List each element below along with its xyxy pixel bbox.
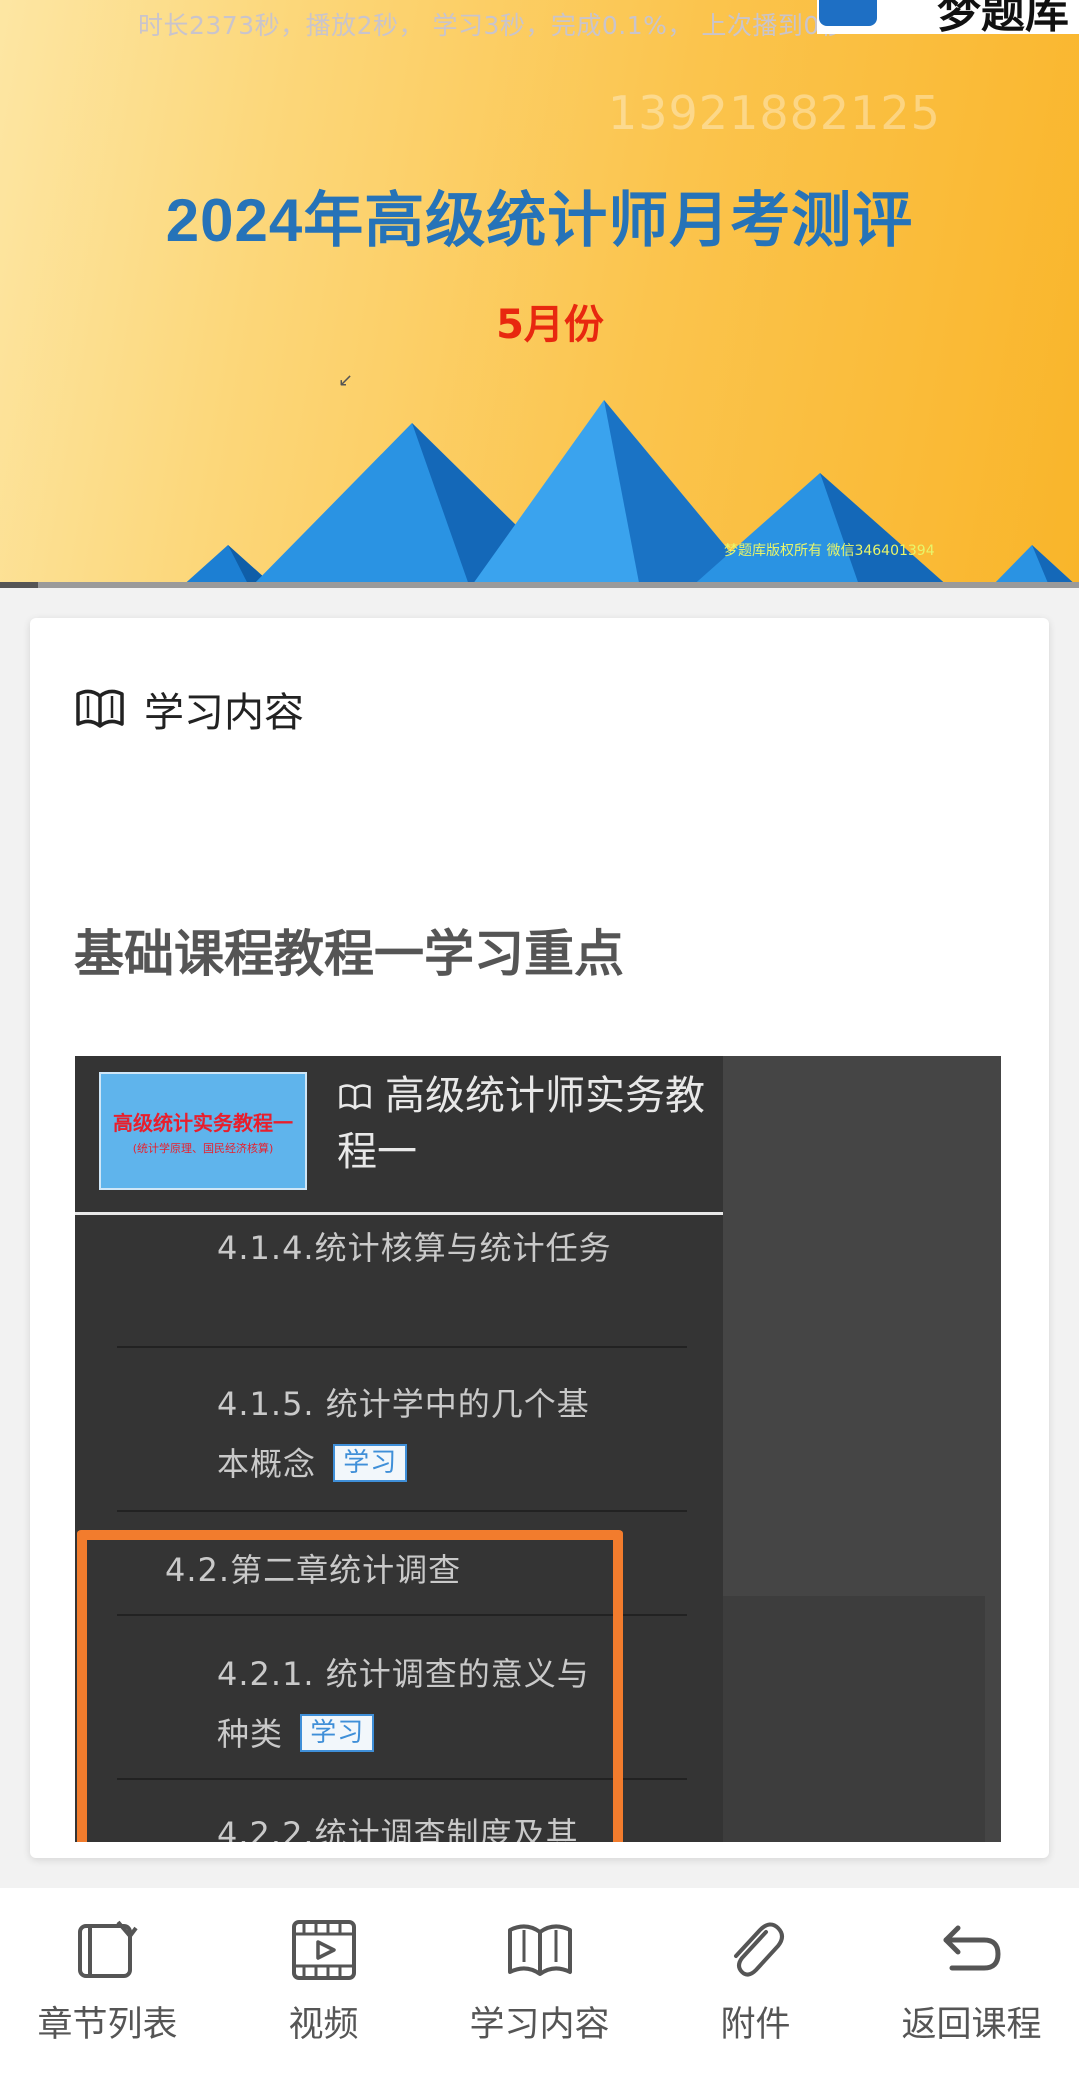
chapter-list-icon	[77, 1920, 138, 1978]
nav-attachments[interactable]: 附件	[648, 1888, 863, 2088]
nav-label: 学习内容	[469, 2005, 610, 2045]
slide-title: 2024年高级统计师月考测评	[165, 187, 914, 254]
logo-text: 梦题库	[937, 0, 1069, 34]
video-icon	[291, 1920, 356, 1980]
divider	[117, 1346, 687, 1348]
watermark-number: 13921882125	[608, 86, 941, 140]
thumbnail-subtitle: (统计学原理、国民经济核算)	[132, 1141, 274, 1155]
nav-learning-content[interactable]: 学习内容	[432, 1888, 647, 2088]
nav-label: 视频	[288, 2005, 359, 2045]
video-progress-bar[interactable]	[0, 582, 1079, 588]
course-thumbnail: 高级统计实务教程一 (统计学原理、国民经济核算)	[99, 1072, 307, 1190]
copyright-text: 梦题库版权所有 微信346401394	[724, 543, 935, 559]
open-book-icon	[507, 1924, 572, 1976]
learning-content-card: 学习内容 基础课程教程一学习重点 高级统计实务教程一 (统计学原理、国民经济核算…	[30, 618, 1049, 1858]
divider	[117, 1510, 687, 1512]
card-header-label: 学习内容	[144, 690, 304, 736]
chapter-item: 4.1.5. 统计学中的几个基本概念 学习	[217, 1374, 617, 1494]
logo-mark-icon	[819, 0, 877, 26]
slide-subtitle: 5月份	[496, 302, 604, 348]
screenshot-right-panel	[723, 1056, 1001, 1842]
thumbnail-title: 高级统计实务教程一	[113, 1110, 293, 1135]
return-icon	[943, 1925, 1001, 1971]
bottom-nav: 章节列表 视频 学习内容 附件 返回课程	[0, 1888, 1079, 2088]
divider	[75, 1212, 723, 1215]
book-title: 高级统计师实务教程一	[337, 1068, 717, 1180]
nav-label: 附件	[720, 2005, 791, 2045]
chapter-item-text: 4.1.4.统计核算与统计任务	[217, 1229, 612, 1267]
nav-label: 章节列表	[37, 2005, 178, 2045]
open-book-icon	[74, 686, 126, 732]
nav-label: 返回课程	[901, 2005, 1042, 2045]
course-screenshot-image: 高级统计实务教程一 (统计学原理、国民经济核算) 高级统计师实务教程一 4.1.…	[75, 1056, 1001, 1842]
brand-logo: 梦题库	[817, 0, 1079, 34]
paperclip-icon	[733, 1922, 784, 1977]
book-title-text: 高级统计师实务教程一	[337, 1073, 705, 1175]
card-header: 学习内容	[74, 680, 304, 738]
section-title: 基础课程教程一学习重点	[74, 925, 624, 983]
nav-video[interactable]: 视频	[216, 1888, 431, 2088]
cursor-icon: ↙	[338, 370, 354, 391]
highlight-box	[77, 1530, 623, 1842]
video-progress-fill	[0, 582, 38, 588]
study-badge: 学习	[333, 1444, 408, 1482]
video-player[interactable]: 时长2373秒，播放2秒， 学习3秒，完成0.1%， 上次播到0秒 139218…	[0, 0, 1079, 588]
nav-return-course[interactable]: 返回课程	[864, 1888, 1079, 2088]
nav-chapter-list[interactable]: 章节列表	[0, 1888, 215, 2088]
open-book-icon	[339, 1084, 371, 1110]
chapter-item: 4.1.4.统计核算与统计任务	[217, 1218, 617, 1278]
playback-info: 时长2373秒，播放2秒， 学习3秒，完成0.1%， 上次播到0秒	[138, 11, 846, 40]
